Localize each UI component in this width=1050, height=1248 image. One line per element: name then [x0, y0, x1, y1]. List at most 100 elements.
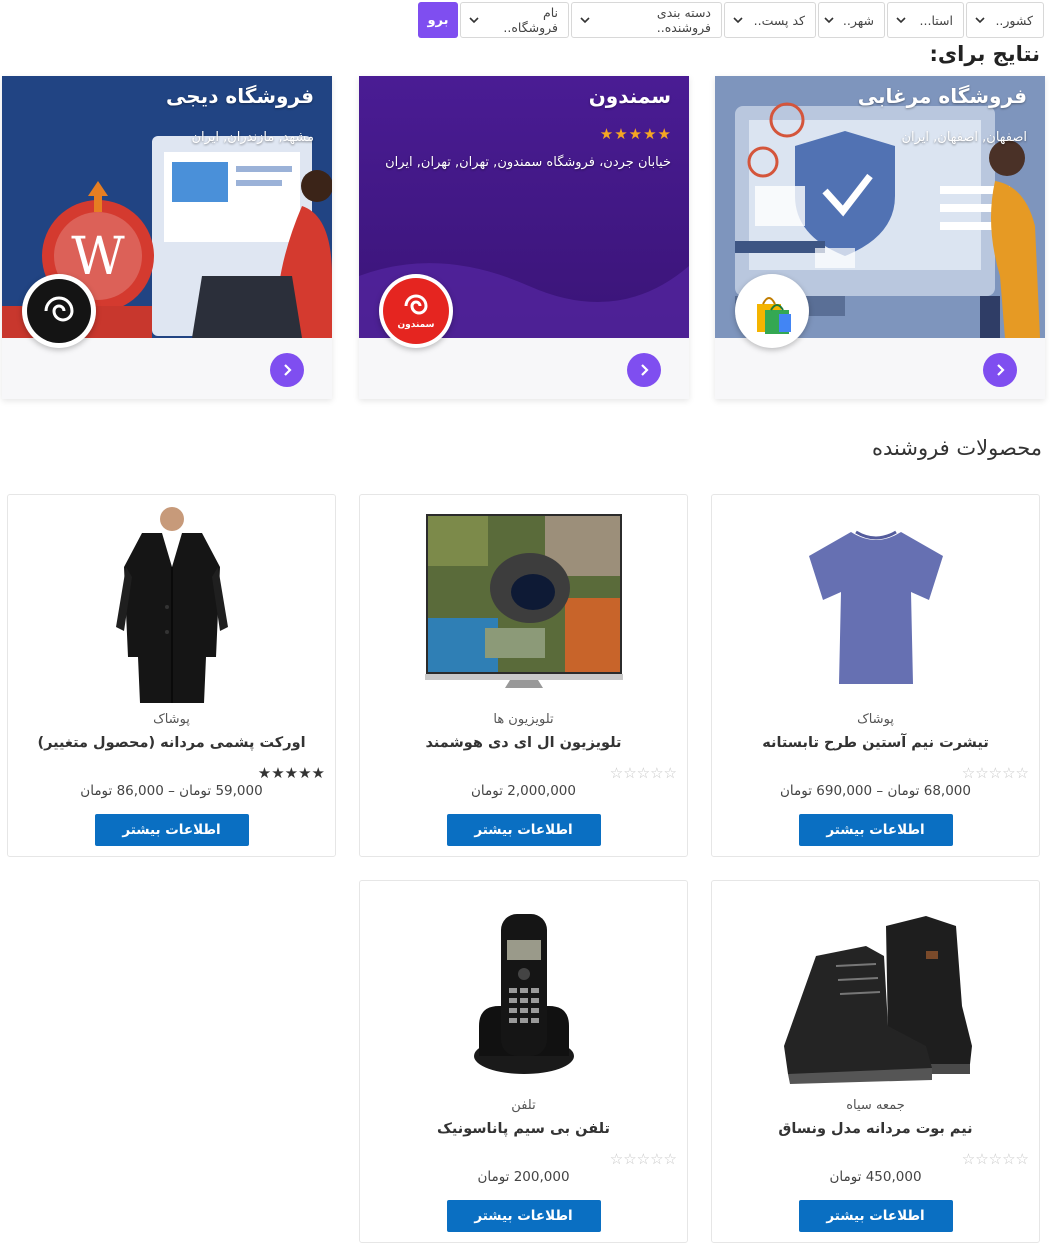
- product-category[interactable]: پوشاک: [8, 712, 335, 727]
- star-icon: ☆: [988, 764, 1003, 782]
- chevron-down-icon: [578, 13, 592, 27]
- product-rating: ☆ ☆ ☆ ☆ ☆: [962, 1151, 1029, 1167]
- star-icon: ☆: [663, 764, 677, 782]
- star-icon: ☆: [650, 1150, 664, 1168]
- more-info-button[interactable]: اطلاعات بیشتر: [446, 814, 601, 846]
- star-icon: ☆: [961, 1150, 976, 1168]
- store-logo[interactable]: سمندون: [379, 274, 453, 348]
- chevron-down-icon: [731, 13, 745, 27]
- star-icon: ★: [643, 125, 657, 143]
- store-address: مشهد, مازندران, ایران: [191, 130, 314, 145]
- star-icon: ★: [298, 764, 312, 782]
- store-logo[interactable]: [735, 274, 809, 348]
- star-icon: ☆: [609, 764, 624, 782]
- results-title: نتایج برای:: [929, 42, 1040, 66]
- cordless-phone-image: [473, 914, 574, 1074]
- spiral-logo-icon: [404, 294, 428, 315]
- section-title: محصولات فروشنده: [871, 436, 1042, 460]
- store-name-select-label: نام فروشگاه..: [503, 5, 558, 35]
- star-icon: ☆: [988, 1150, 1003, 1168]
- star-icon: ☆: [1002, 764, 1016, 782]
- product-card: تلویزیون ها تلویزیون ال ای دی هوشمند ☆ ☆…: [359, 494, 688, 857]
- star-icon: ☆: [609, 1150, 624, 1168]
- samandoon-logo-text: سمندون: [397, 320, 435, 330]
- more-info-button[interactable]: اطلاعات بیشتر: [798, 814, 953, 846]
- city-select-label: شهر..: [842, 12, 874, 28]
- chevron-right-icon: [284, 364, 292, 376]
- state-select[interactable]: استا...: [887, 2, 964, 38]
- product-card: جمعه سیاه نیم بوت مردانه مدل ونساق ☆ ☆ ☆…: [711, 880, 1040, 1243]
- city-select[interactable]: شهر..: [818, 2, 885, 38]
- more-info-button[interactable]: اطلاعات بیشتر: [446, 1200, 601, 1232]
- star-icon: ★: [271, 764, 285, 782]
- more-info-button[interactable]: اطلاعات بیشتر: [798, 1200, 953, 1232]
- vendor-category-select-label: دسته بندی فروشنده..: [656, 5, 711, 35]
- product-image[interactable]: [424, 893, 624, 1089]
- vendor-category-select[interactable]: دسته بندی فروشنده..: [571, 2, 722, 38]
- star-icon: ★: [614, 125, 628, 143]
- store-name: سمندون: [588, 84, 671, 108]
- product-card: پوشاک تیشرت نیم آستین طرح تابستانه ☆ ☆ ☆…: [711, 494, 1040, 857]
- star-icon: ☆: [636, 764, 651, 782]
- store-link-button[interactable]: [627, 353, 661, 387]
- product-price: 200,000 تومان: [477, 1169, 570, 1185]
- product-rating: ☆ ☆ ☆ ☆ ☆: [610, 1151, 677, 1167]
- store-link-button[interactable]: [270, 353, 304, 387]
- product-category[interactable]: پوشاک: [712, 712, 1039, 727]
- product-image[interactable]: [776, 893, 976, 1089]
- svg-text:W: W: [71, 227, 125, 287]
- chevron-down-icon: [894, 13, 908, 27]
- star-icon: ☆: [663, 1150, 677, 1168]
- boots-image: [783, 916, 972, 1084]
- chevron-right-icon: [641, 364, 649, 376]
- store-card: فروشگاه مرغابی اصفهان, اصفهان, ایران: [715, 76, 1045, 399]
- product-price: 59,000 تومان – 86,000 تومان: [80, 783, 263, 799]
- product-image[interactable]: [72, 507, 272, 703]
- store-card: سمندون ★ ★ ★ ★ ★ خیابان جردن، فروشگاه سم…: [359, 76, 689, 399]
- product-title[interactable]: تلویزیون ال ای دی هوشمند: [360, 735, 687, 751]
- store-name-select[interactable]: نام فروشگاه..: [460, 2, 569, 38]
- product-category[interactable]: تلفن: [360, 1098, 687, 1113]
- star-icon: ★: [257, 764, 272, 782]
- star-icon: ★: [311, 764, 325, 782]
- store-address: اصفهان, اصفهان, ایران: [901, 130, 1027, 145]
- star-icon: ★: [657, 125, 671, 143]
- store-card: W فروشگاه دیجی مشهد, مازندران, ایران: [2, 76, 332, 399]
- swirl-logo: [27, 279, 91, 343]
- star-icon: ☆: [623, 1150, 637, 1168]
- star-icon: ☆: [961, 764, 976, 782]
- store-link-button[interactable]: [983, 353, 1017, 387]
- state-select-label: استا...: [919, 12, 953, 28]
- store-logo[interactable]: [22, 274, 96, 348]
- product-category[interactable]: تلویزیون ها: [360, 712, 687, 727]
- more-info-button[interactable]: اطلاعات بیشتر: [94, 814, 249, 846]
- tv-image: [424, 514, 623, 688]
- product-image[interactable]: [424, 507, 624, 703]
- star-icon: ☆: [1015, 1150, 1029, 1168]
- go-button[interactable]: برو: [418, 2, 458, 38]
- product-title[interactable]: تلفن بی سیم پاناسونیک: [360, 1121, 687, 1137]
- product-rating: ☆ ☆ ☆ ☆ ☆: [610, 765, 677, 781]
- star-icon: ☆: [650, 764, 664, 782]
- country-select-label: کشور..: [995, 12, 1033, 28]
- product-price: 68,000 تومان – 690,000 تومان: [780, 783, 971, 799]
- star-icon: ☆: [975, 764, 989, 782]
- store-address: خیابان جردن، فروشگاه سمندون, تهران, تهرا…: [385, 155, 671, 170]
- product-price: 2,000,000 تومان: [471, 783, 576, 799]
- product-title[interactable]: تیشرت نیم آستین طرح تابستانه: [712, 735, 1039, 751]
- swirl-logo-icon: [44, 296, 74, 322]
- star-icon: ☆: [1015, 764, 1029, 782]
- star-icon: ☆: [975, 1150, 989, 1168]
- star-icon: ★: [284, 764, 299, 782]
- product-title[interactable]: نیم بوت مردانه مدل ونساق: [712, 1121, 1039, 1137]
- product-title[interactable]: اورکت پشمی مردانه (محصول متغییر): [8, 735, 335, 751]
- product-image[interactable]: [776, 507, 976, 703]
- product-category[interactable]: جمعه سیاه: [712, 1098, 1039, 1113]
- chevron-right-icon: [997, 364, 1005, 376]
- postcode-select[interactable]: کد پست..: [724, 2, 816, 38]
- star-icon: ☆: [636, 1150, 651, 1168]
- country-select[interactable]: کشور..: [966, 2, 1044, 38]
- product-card: پوشاک اورکت پشمی مردانه (محصول متغییر) ★…: [7, 494, 336, 857]
- star-icon: ☆: [1002, 1150, 1016, 1168]
- store-name: فروشگاه مرغابی: [857, 84, 1027, 108]
